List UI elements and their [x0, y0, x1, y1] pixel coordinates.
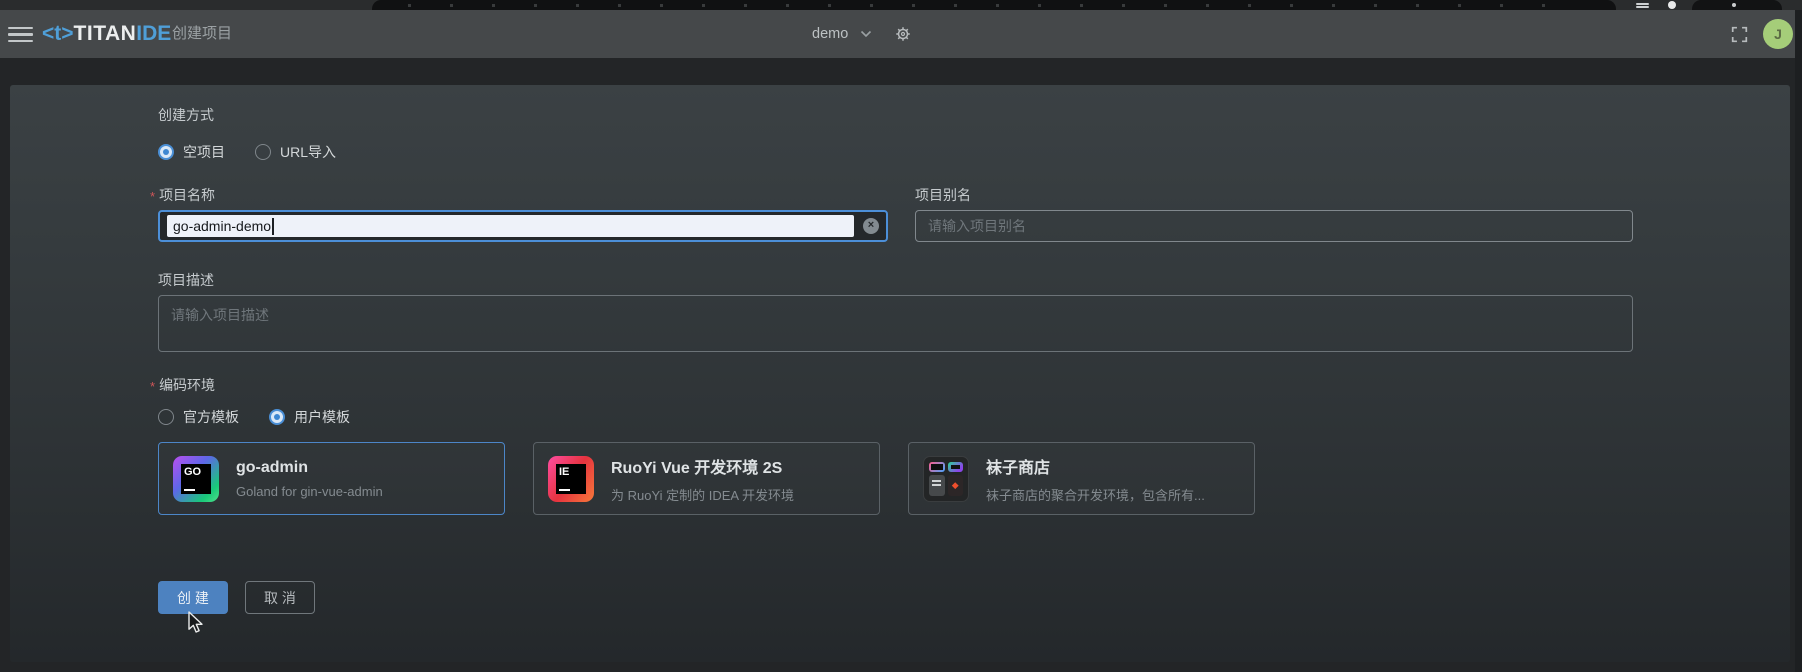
page-title: 创建项目: [172, 25, 233, 42]
project-name-input[interactable]: go-admin-demo ×: [158, 210, 888, 242]
cancel-button[interactable]: 取 消: [245, 581, 315, 614]
create-button[interactable]: 创 建: [158, 581, 228, 614]
text-caret: [272, 217, 274, 235]
logo-main: TITAN: [73, 22, 137, 45]
project-alias-label: 项目别名: [915, 187, 971, 203]
browser-controls-cap: [1692, 0, 1782, 10]
scrollbar-track[interactable]: [1795, 10, 1802, 672]
workspace-name: demo: [812, 26, 849, 42]
template-card-sock-shop[interactable]: ◆ 袜子商店 袜子商店的聚合开发环境，包含所有...: [908, 442, 1255, 515]
mini-app-icon: [947, 461, 963, 472]
app-header: <t> TITAN IDE 创建项目 demo J: [0, 10, 1802, 58]
browser-remnant-strip: [0, 0, 1802, 10]
template-subtitle: 袜子商店的聚合开发环境，包含所有...: [986, 487, 1205, 503]
radio-url-import[interactable]: URL导入: [255, 142, 336, 162]
hamburger-menu-icon[interactable]: [8, 27, 33, 42]
browser-profile-icon: [1668, 1, 1676, 9]
radio-label: URL导入: [280, 144, 337, 160]
radio-label: 空项目: [183, 144, 225, 160]
template-card-list: GO go-admin Goland for gin-vue-admin IE …: [158, 442, 1255, 515]
template-subtitle: 为 RuoYi 定制的 IDEA 开发环境: [611, 487, 794, 503]
project-description-label: 项目描述: [158, 272, 214, 288]
radio-label: 官方模板: [183, 409, 239, 425]
app-logo[interactable]: <t> TITAN IDE: [42, 10, 171, 58]
radio-selected-icon: [269, 409, 285, 425]
environment-label: * 编码环境: [150, 377, 216, 394]
template-title: RuoYi Vue 开发环境 2S: [611, 459, 783, 477]
required-asterisk: *: [150, 378, 156, 394]
logo-accent: IDE: [136, 22, 172, 45]
browser-menu-icon: [1636, 3, 1649, 8]
bookmark-dots: [408, 4, 1580, 7]
mini-ide-icon: [929, 461, 945, 472]
environment-radio-group: 官方模板 用户模板: [158, 406, 350, 428]
settings-gear-icon[interactable]: [894, 25, 912, 43]
logo-prefix: <t>: [42, 22, 74, 45]
mini-gem-icon: ◆: [947, 474, 963, 496]
header-right-group: J: [1731, 10, 1793, 58]
radio-selected-icon: [158, 144, 174, 160]
clear-input-icon[interactable]: ×: [863, 218, 879, 234]
goland-icon-text: GO: [184, 465, 202, 478]
radio-empty-project[interactable]: 空项目: [158, 142, 225, 162]
workspace-dropdown[interactable]: demo: [812, 10, 912, 58]
create-project-panel: 创建方式 空项目 URL导入 * 项目名称 go-admin-demo × 项目…: [10, 85, 1790, 662]
template-card-ruoyi[interactable]: IE RuoYi Vue 开发环境 2S 为 RuoYi 定制的 IDEA 开发…: [533, 442, 880, 515]
project-alias-input[interactable]: [915, 210, 1633, 242]
radio-label: 用户模板: [294, 409, 350, 425]
project-name-label: * 项目名称: [150, 187, 216, 204]
user-avatar[interactable]: J: [1763, 19, 1793, 49]
idea-icon: IE: [548, 455, 594, 502]
radio-official-template[interactable]: 官方模板: [158, 407, 239, 427]
creation-method-radio-group: 空项目 URL导入: [158, 141, 336, 163]
idea-icon-text: IE: [559, 465, 570, 478]
required-asterisk: *: [150, 188, 156, 204]
template-subtitle: Goland for gin-vue-admin: [236, 483, 383, 499]
browser-tabbar: [372, 0, 1616, 10]
radio-unselected-icon: [255, 144, 271, 160]
project-name-value: go-admin-demo: [173, 218, 272, 234]
chevron-down-icon: [860, 30, 872, 38]
creation-method-label: 创建方式: [158, 107, 214, 123]
template-title: go-admin: [236, 458, 308, 476]
radio-user-template[interactable]: 用户模板: [269, 407, 350, 427]
mini-terminal-icon: [929, 474, 945, 496]
radio-unselected-icon: [158, 409, 174, 425]
template-title: 袜子商店: [986, 459, 1051, 477]
template-card-go-admin[interactable]: GO go-admin Goland for gin-vue-admin: [158, 442, 505, 515]
project-name-value-area[interactable]: go-admin-demo: [167, 215, 854, 237]
form-action-buttons: 创 建 取 消: [158, 581, 315, 614]
project-description-input[interactable]: [158, 295, 1633, 352]
goland-icon: GO: [173, 455, 219, 502]
fullscreen-icon[interactable]: [1731, 26, 1748, 43]
multi-tools-icon: ◆: [923, 455, 969, 502]
